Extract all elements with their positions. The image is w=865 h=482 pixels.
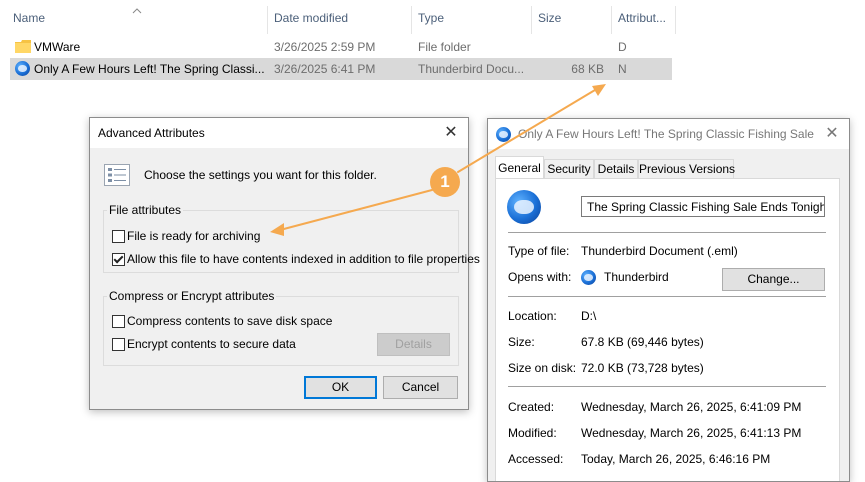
details-button[interactable]: Details <box>377 333 450 356</box>
index-checkbox[interactable] <box>112 253 125 266</box>
file-row-email[interactable]: Only A Few Hours Left! The Spring Classi… <box>10 58 672 80</box>
tab-security[interactable]: Security <box>544 159 594 179</box>
size-on-disk-value: 72.0 KB (73,728 bytes) <box>581 361 704 375</box>
file-size: 68 KB <box>571 62 604 76</box>
dialog-title: Advanced Attributes <box>98 126 205 140</box>
encrypt-label[interactable]: Encrypt contents to secure data <box>127 337 296 352</box>
file-type: Thunderbird Docu... <box>418 62 525 76</box>
column-divider[interactable] <box>675 6 676 34</box>
location-label: Location: <box>508 309 557 323</box>
file-attributes-label: File attributes <box>107 203 184 217</box>
archive-checkbox[interactable] <box>112 230 125 243</box>
dialog-description: Choose the settings you want for this fo… <box>144 168 377 182</box>
file-type: File folder <box>418 40 471 54</box>
thunderbird-icon <box>15 61 30 76</box>
dialog-title: Only A Few Hours Left! The Spring Classi… <box>518 127 814 141</box>
location-value: D:\ <box>581 309 597 323</box>
tab-general[interactable]: General <box>495 156 544 180</box>
filename-field[interactable]: The Spring Classic Fishing Sale Ends Ton… <box>581 196 825 217</box>
created-value: Wednesday, March 26, 2025, 6:41:09 PM <box>581 400 802 414</box>
separator <box>508 232 826 233</box>
type-of-file-label: Type of file: <box>508 244 570 258</box>
column-header-size[interactable]: Size <box>538 0 561 35</box>
thunderbird-icon <box>581 270 596 285</box>
separator <box>508 296 826 297</box>
file-attributes: D <box>618 40 627 54</box>
file-name: Only A Few Hours Left! The Spring Classi… <box>34 62 265 76</box>
thunderbird-icon <box>496 127 511 142</box>
compress-checkbox[interactable] <box>112 315 125 328</box>
column-divider[interactable] <box>531 6 532 34</box>
dialog-titlebar[interactable]: Advanced Attributes ✕ <box>90 118 468 148</box>
tab-details[interactable]: Details <box>594 159 638 179</box>
attributes-list-icon <box>104 164 130 186</box>
file-name: VMWare <box>34 40 81 54</box>
archive-label[interactable]: File is ready for archiving <box>127 229 260 244</box>
opens-with-label: Opens with: <box>508 270 572 284</box>
compress-encrypt-label: Compress or Encrypt attributes <box>107 289 277 303</box>
encrypt-checkbox[interactable] <box>112 338 125 351</box>
column-header-type[interactable]: Type <box>418 0 444 35</box>
close-icon[interactable]: ✕ <box>434 118 468 148</box>
advanced-attributes-dialog: Advanced Attributes ✕ Choose the setting… <box>89 117 480 410</box>
column-header-date-modified[interactable]: Date modified <box>274 0 348 35</box>
arrowhead-icon <box>592 84 606 96</box>
thunderbird-file-icon <box>507 190 541 224</box>
separator <box>508 386 826 387</box>
tab-previous-versions[interactable]: Previous Versions <box>638 159 735 179</box>
column-divider[interactable] <box>267 6 268 34</box>
opens-with-value: Thunderbird <box>604 270 669 284</box>
accessed-value: Today, March 26, 2025, 6:46:16 PM <box>581 452 771 466</box>
compress-label[interactable]: Compress contents to save disk space <box>127 314 332 329</box>
ok-button[interactable]: OK <box>304 376 377 399</box>
column-header-name[interactable]: Name <box>13 0 45 35</box>
modified-label: Modified: <box>508 426 557 440</box>
modified-value: Wednesday, March 26, 2025, 6:41:13 PM <box>581 426 802 440</box>
file-attributes: N <box>618 62 627 76</box>
index-label[interactable]: Allow this file to have contents indexed… <box>127 252 480 267</box>
folder-icon <box>15 40 31 53</box>
type-of-file-value: Thunderbird Document (.eml) <box>581 244 738 258</box>
file-date: 3/26/2025 6:41 PM <box>274 62 376 76</box>
created-label: Created: <box>508 400 555 414</box>
annotation-badge: 1 <box>430 167 460 197</box>
file-date: 3/26/2025 2:59 PM <box>274 40 376 54</box>
cancel-button[interactable]: Cancel <box>383 376 458 399</box>
column-divider[interactable] <box>411 6 412 34</box>
file-row-vmware[interactable]: VMWare 3/26/2025 2:59 PM File folder D <box>10 36 672 58</box>
size-value: 67.8 KB (69,446 bytes) <box>581 335 704 349</box>
column-divider[interactable] <box>611 6 612 34</box>
accessed-label: Accessed: <box>508 452 564 466</box>
size-label: Size: <box>508 335 535 349</box>
column-header-attributes[interactable]: Attribut... <box>618 0 666 35</box>
close-icon[interactable]: ✕ <box>815 119 849 149</box>
sort-ascending-icon <box>132 3 142 14</box>
change-button[interactable]: Change... <box>722 268 825 291</box>
dialog-titlebar[interactable]: Only A Few Hours Left! The Spring Classi… <box>488 119 849 149</box>
size-on-disk-label: Size on disk: <box>508 361 577 375</box>
